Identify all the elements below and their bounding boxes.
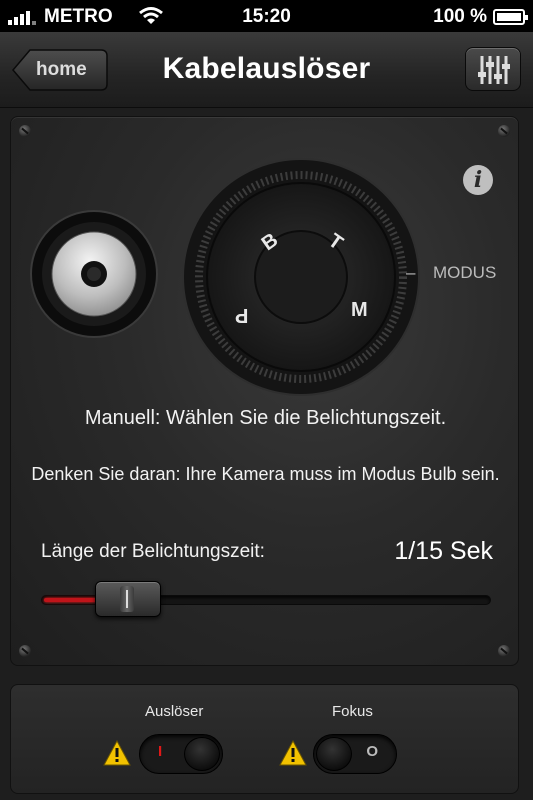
focus-toggle-label: Fokus xyxy=(332,703,373,720)
shutter-toggle[interactable]: I xyxy=(139,734,223,774)
controls-panel: Auslöser I Fokus O xyxy=(10,684,519,794)
info-icon[interactable]: i xyxy=(463,165,493,195)
mode-dial[interactable]: B T P M xyxy=(181,157,421,397)
focus-toggle-mark: O xyxy=(366,743,378,760)
mode-indicator-dash: – xyxy=(406,263,416,282)
sliders-icon xyxy=(478,56,510,84)
shutter-toggle-label: Auslöser xyxy=(145,703,204,720)
bulb-reminder: Denken Sie daran: Ihre Kamera muss im Mo… xyxy=(31,464,500,484)
mode-dial-icon xyxy=(182,158,420,396)
exposure-slider-fill xyxy=(44,598,98,602)
exposure-length-value: 1/15 Sek xyxy=(394,537,493,565)
dial-label-m: M xyxy=(351,299,368,321)
exposure-slider-thumb[interactable] xyxy=(95,581,161,617)
page-title: Kabelauslöser xyxy=(162,52,371,85)
manual-instruction: Manuell: Wählen Sie die Belichtungszeit. xyxy=(84,407,447,429)
battery-percent: 100 % xyxy=(433,6,487,27)
screw-icon xyxy=(498,645,510,657)
warning-icon xyxy=(103,740,131,766)
screw-icon xyxy=(498,125,510,137)
status-bar: METRO 15:20 100 % xyxy=(0,0,533,32)
settings-button[interactable] xyxy=(465,47,521,91)
navigation-bar: home Kabelauslöser xyxy=(0,32,533,108)
battery-icon xyxy=(493,9,528,25)
shutter-button-icon xyxy=(30,210,158,338)
mode-label: MODUS xyxy=(433,263,497,282)
shutter-toggle-mark: I xyxy=(158,743,163,760)
toggle-knob xyxy=(316,737,352,771)
shutter-release-button[interactable] xyxy=(29,209,159,339)
warning-icon xyxy=(279,740,307,766)
exposure-length-label: Länge der Belichtungszeit: xyxy=(41,541,265,562)
main-panel: B T P M – MODUS i Manuell: Wählen Sie di… xyxy=(10,116,519,666)
dial-label-p: P xyxy=(235,304,249,326)
screw-icon xyxy=(19,125,31,137)
screw-icon xyxy=(19,645,31,657)
focus-toggle[interactable]: O xyxy=(313,734,397,774)
toggle-knob xyxy=(184,737,220,771)
